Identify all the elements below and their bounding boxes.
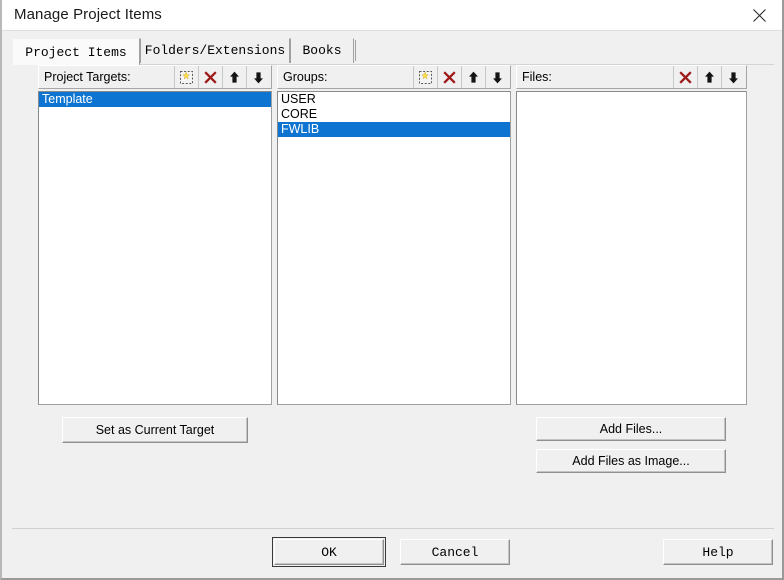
- ok-button[interactable]: OK: [272, 537, 386, 567]
- list-item[interactable]: USER: [278, 92, 510, 107]
- move-up-icon[interactable]: [461, 66, 485, 88]
- add-files-button[interactable]: Add Files...: [536, 417, 726, 441]
- files-caption: Files:: [522, 70, 552, 84]
- project-targets-header: Project Targets:: [38, 65, 272, 89]
- button-label: Help: [702, 544, 734, 560]
- list-item-label: CORE: [281, 107, 318, 121]
- tab-strip-end-divider: [355, 40, 356, 61]
- window-title: Manage Project Items: [14, 6, 162, 23]
- add-files-as-image-button[interactable]: Add Files as Image...: [536, 449, 726, 473]
- project-targets-caption: Project Targets:: [44, 70, 131, 84]
- button-label: Cancel: [431, 544, 479, 560]
- delete-icon[interactable]: [673, 66, 697, 88]
- title-bar: Manage Project Items: [2, 0, 782, 30]
- close-icon[interactable]: [736, 0, 782, 30]
- manage-project-items-dialog: Manage Project Items Project Items Folde…: [0, 0, 784, 580]
- move-down-icon[interactable]: [485, 66, 509, 88]
- button-label: Add Files as Image...: [572, 454, 690, 468]
- list-item[interactable]: CORE: [278, 107, 510, 122]
- cancel-button[interactable]: Cancel: [400, 539, 510, 565]
- groups-listbox[interactable]: USER CORE FWLIB: [277, 91, 511, 405]
- delete-icon[interactable]: [198, 66, 222, 88]
- list-item-label: Template: [42, 92, 93, 106]
- tab-label: Folders/Extensions: [144, 43, 286, 58]
- project-items-tab-page: Project Targets: Template Groups: USER C…: [12, 64, 774, 523]
- move-down-icon[interactable]: [246, 66, 270, 88]
- tab-strip: Project Items Folders/Extensions Books: [12, 38, 774, 65]
- button-label: Add Files...: [599, 422, 663, 436]
- groups-caption: Groups:: [283, 70, 328, 84]
- files-listbox[interactable]: [516, 91, 747, 405]
- move-up-icon[interactable]: [222, 66, 246, 88]
- list-item-label: FWLIB: [281, 122, 320, 136]
- move-up-icon[interactable]: [697, 66, 721, 88]
- set-as-current-target-button[interactable]: Set as Current Target: [62, 417, 248, 443]
- tab-label: Project Items: [25, 44, 127, 60]
- groups-header: Groups:: [277, 65, 511, 89]
- list-item[interactable]: Template: [39, 92, 271, 107]
- files-header: Files:: [516, 65, 747, 89]
- button-label: Set as Current Target: [95, 423, 215, 437]
- list-item-label: USER: [281, 92, 316, 106]
- button-label: OK: [321, 544, 337, 560]
- tab-label: Books: [302, 43, 342, 58]
- move-down-icon[interactable]: [721, 66, 745, 88]
- tab-folders-extensions[interactable]: Folders/Extensions: [140, 38, 290, 63]
- project-targets-listbox[interactable]: Template: [38, 91, 272, 405]
- footer-divider: [12, 528, 774, 529]
- help-button[interactable]: Help: [663, 539, 773, 565]
- list-item[interactable]: FWLIB: [278, 122, 510, 137]
- new-item-icon[interactable]: [174, 66, 198, 88]
- title-divider: [2, 30, 782, 31]
- tab-project-items[interactable]: Project Items: [12, 38, 140, 65]
- delete-icon[interactable]: [437, 66, 461, 88]
- new-item-icon[interactable]: [413, 66, 437, 88]
- tab-books[interactable]: Books: [290, 38, 354, 63]
